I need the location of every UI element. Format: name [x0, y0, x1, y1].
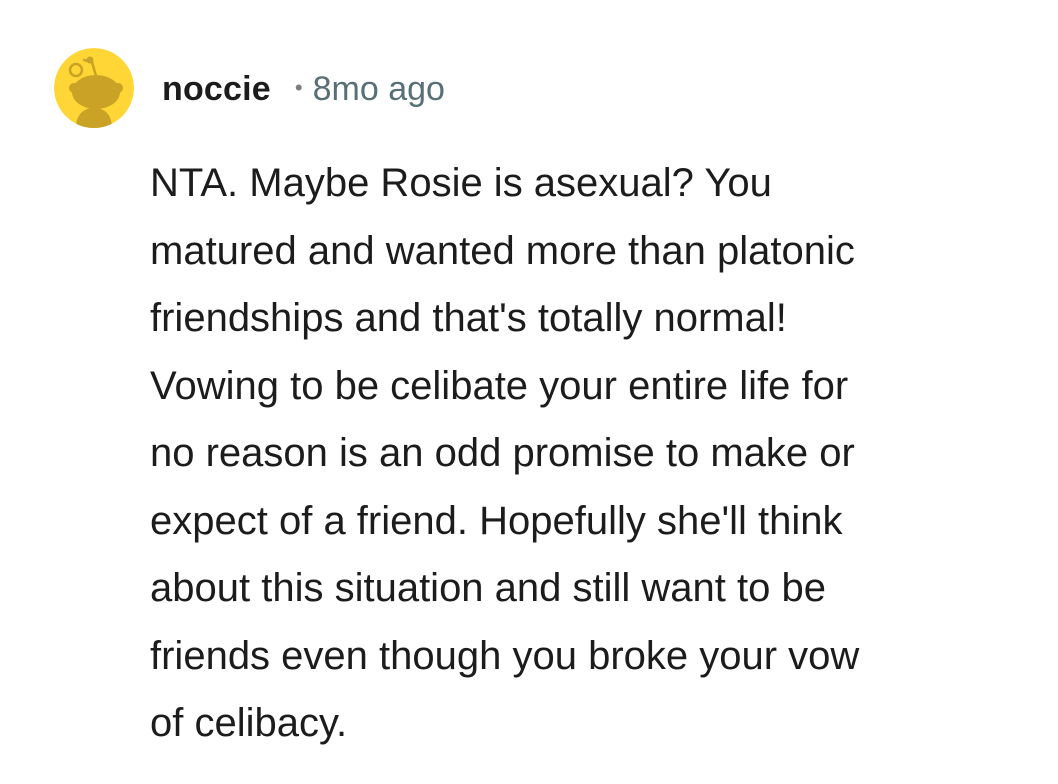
comment-body-line: of celibacy. — [150, 701, 348, 745]
comment-body-line: Vowing to be celibate your entire life f… — [150, 363, 849, 408]
comment-body-line: friendships and that's totally normal! — [150, 296, 787, 340]
comment-meta: noccie • 8mo ago — [162, 66, 445, 112]
comment: noccie • 8mo ago NTA. Maybe Rosie is ase… — [0, 0, 1058, 784]
meta-separator: • — [294, 75, 303, 100]
snoo-avatar-icon — [54, 48, 134, 128]
comment-body-line: about this situation and still want to b… — [150, 566, 826, 610]
user-avatar[interactable] — [54, 48, 134, 128]
comment-body-line: expect of a friend. Hopefully she'll thi… — [150, 498, 843, 543]
comment-body-line: matured and wanted more than platonic — [150, 228, 855, 273]
username-link[interactable]: noccie — [162, 70, 271, 109]
comment-body-line: NTA. Maybe Rosie is asexual? You — [150, 161, 772, 205]
comment-body-line: friends even though you broke your vow — [150, 633, 860, 678]
comment-body-line: no reason is an odd promise to make or — [150, 431, 855, 475]
comment-timestamp[interactable]: 8mo ago — [313, 70, 445, 109]
comment-body: NTA. Maybe Rosie is asexual? You matured… — [150, 150, 1010, 758]
